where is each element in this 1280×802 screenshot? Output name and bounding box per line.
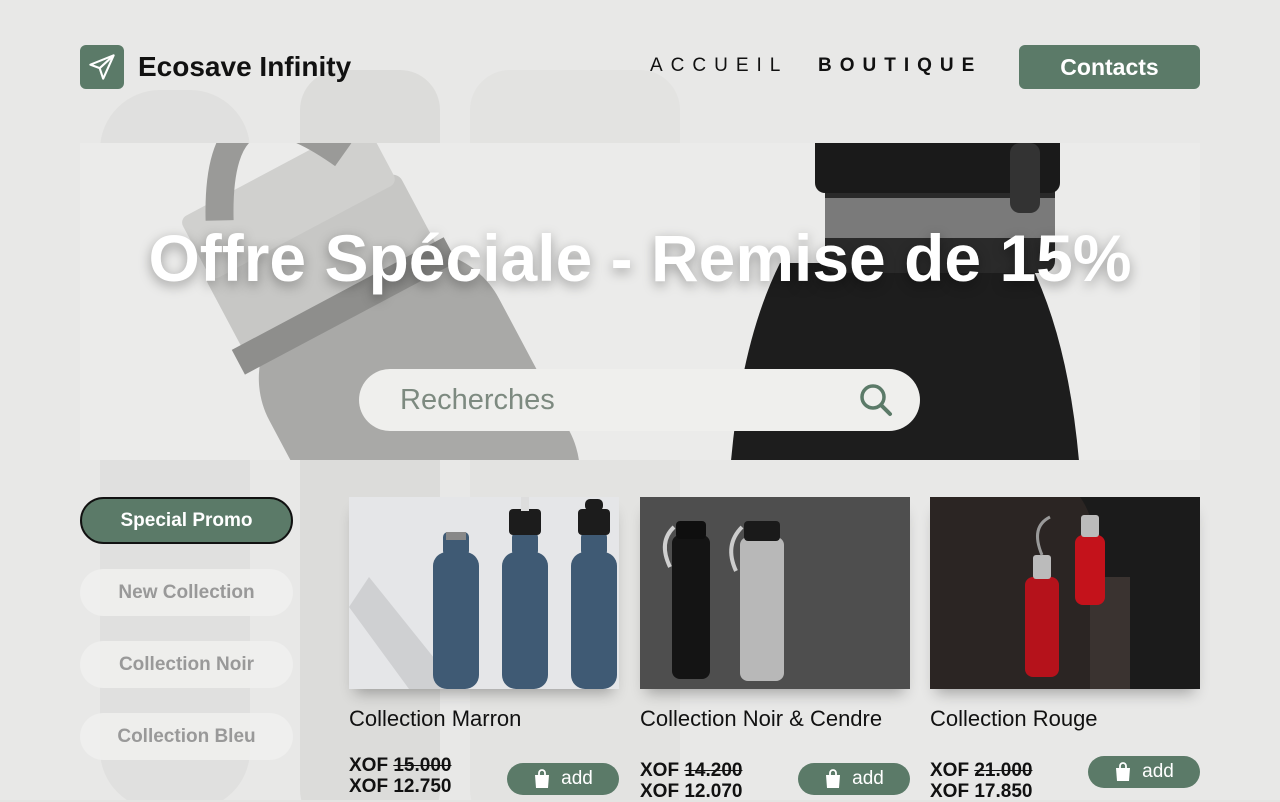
shopping-bag-icon xyxy=(826,769,841,788)
add-to-cart-button[interactable]: add xyxy=(1088,756,1200,788)
product-title: Collection Marron xyxy=(349,706,522,731)
new-price: 12.070 xyxy=(684,781,743,802)
sidebar-item-collection-noir[interactable]: Collection Noir xyxy=(80,641,293,688)
product-card[interactable]: Collection Rouge XOF 21.000 XOF 17.850 a… xyxy=(930,497,1200,802)
hero-banner: Offre Spéciale - Remise de 15% Recherche… xyxy=(80,143,1200,460)
nav-accueil[interactable]: ACCUEIL xyxy=(650,55,788,77)
add-to-cart-button[interactable]: add xyxy=(507,763,619,795)
search-bar[interactable]: Recherches xyxy=(359,369,920,431)
old-price: 21.000 xyxy=(974,760,1033,781)
product-prices: XOF 15.000 XOF 12.750 xyxy=(349,755,452,797)
brand-logo[interactable]: Ecosave Infinity xyxy=(80,45,351,89)
search-icon[interactable] xyxy=(856,380,896,420)
product-image[interactable] xyxy=(930,497,1200,689)
product-prices: XOF 14.200 XOF 12.070 xyxy=(640,760,743,802)
old-price: 15.000 xyxy=(393,755,452,776)
product-image[interactable] xyxy=(349,497,619,689)
nav-boutique[interactable]: BOUTIQUE xyxy=(818,55,982,77)
shopping-bag-icon xyxy=(1116,762,1131,781)
product-card[interactable]: Collection Marron XOF 15.000 XOF 12.750 … xyxy=(349,497,619,797)
shopping-bag-icon xyxy=(535,769,550,788)
new-price: 17.850 xyxy=(974,781,1033,802)
product-title: Collection Rouge xyxy=(930,706,1098,731)
sidebar-item-collection-bleu[interactable]: Collection Bleu xyxy=(80,713,293,760)
product-prices: XOF 21.000 XOF 17.850 xyxy=(930,760,1033,802)
product-image[interactable] xyxy=(640,497,910,689)
contacts-button[interactable]: Contacts xyxy=(1019,45,1200,89)
product-title: Collection Noir & Cendre xyxy=(640,706,883,731)
search-input[interactable]: Recherches xyxy=(400,384,856,417)
sidebar-item-new-collection[interactable]: New Collection xyxy=(80,569,293,616)
old-price: 14.200 xyxy=(684,760,743,781)
product-card[interactable]: Collection Noir & Cendre XOF 14.200 XOF … xyxy=(640,497,910,802)
new-price: 12.750 xyxy=(393,776,452,797)
paper-plane-icon xyxy=(80,45,124,89)
add-to-cart-button[interactable]: add xyxy=(798,763,910,795)
hero-title: Offre Spéciale - Remise de 15% xyxy=(148,221,1132,295)
brand-name: Ecosave Infinity xyxy=(138,51,352,82)
sidebar-item-special-promo[interactable]: Special Promo xyxy=(80,497,293,544)
